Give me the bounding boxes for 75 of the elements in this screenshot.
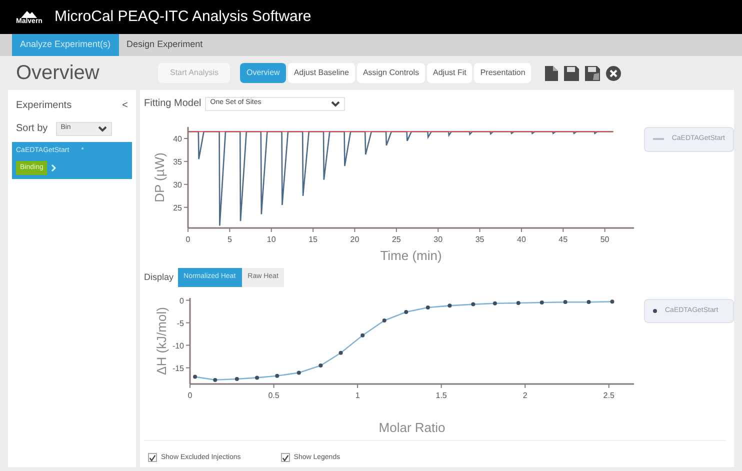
checkbox[interactable] [280, 453, 290, 462]
data-point [255, 375, 260, 380]
tick-label: -10 [172, 340, 184, 350]
tick-label: 30 [434, 235, 443, 244]
data-point [540, 300, 544, 304]
data-point [516, 300, 520, 304]
data-point [193, 374, 198, 378]
tick-label: 25 [173, 203, 182, 212]
axis-title: ΔH (kJ/mol) [154, 306, 169, 374]
mountain-icon [21, 10, 38, 18]
data-point [234, 376, 239, 381]
tick-label: 35 [475, 235, 484, 244]
tick-label: 10 [266, 235, 276, 244]
tick-label: 50 [600, 235, 610, 244]
data-point [471, 302, 476, 306]
tick-label: 15 [308, 235, 318, 244]
data-point [360, 332, 365, 337]
data-point [338, 350, 343, 354]
chevron-down-icon [98, 126, 107, 132]
chevron-down-icon [331, 100, 340, 106]
data-point [275, 373, 280, 378]
close-icon[interactable] [606, 66, 622, 80]
tick-label: 5 [227, 235, 232, 244]
tick-label: 1 [355, 390, 360, 400]
workflow-tab[interactable]: Assign Controls [356, 63, 425, 83]
axis-title: Molar Ratio [378, 420, 446, 434]
data-point [610, 299, 614, 304]
workflow-tab[interactable]: Presentation [474, 63, 532, 83]
data-point [448, 303, 452, 308]
workflow-tab[interactable]: Adjust Baseline [288, 63, 355, 83]
data-point [563, 300, 568, 304]
tick-label: 35 [173, 157, 182, 166]
tick-label: 0 [188, 390, 192, 400]
data-point [382, 318, 386, 322]
axis-title: Time (min) [380, 248, 442, 263]
sort-label: Sort by [16, 122, 48, 136]
save-icon[interactable] [564, 66, 580, 80]
page-title: Overview [15, 61, 100, 86]
tick-label: 0.5 [268, 390, 280, 400]
tick-label: 45 [558, 235, 568, 244]
data-point [404, 309, 408, 314]
data-point [492, 300, 497, 305]
data-point [318, 363, 323, 368]
tick-label: 2 [522, 390, 528, 400]
app-title: MicroCal PEAQ-ITC Analysis Software [54, 6, 312, 27]
tick-label: 0 [180, 296, 184, 305]
data-point [296, 370, 301, 374]
display-label: Display [144, 270, 174, 284]
tick-label: 20 [350, 235, 360, 244]
tick-label: 30 [173, 180, 182, 190]
tick-label: -15 [172, 363, 184, 372]
tick-label: 40 [173, 134, 182, 144]
legend-line-icon [653, 138, 664, 140]
collapse-button[interactable]: < [122, 98, 128, 113]
save-as-icon[interactable] [585, 66, 600, 80]
checkbox[interactable] [148, 453, 157, 462]
legend-dot-icon [653, 308, 657, 313]
tick-label: -5 [176, 318, 184, 328]
fitting-model-label: Fitting Model [144, 97, 202, 111]
data-point [426, 304, 430, 309]
data-point [213, 377, 218, 382]
chevron-right-icon [51, 164, 56, 172]
workflow-tab[interactable]: Adjust Fit [427, 63, 472, 83]
tick-label: 25 [392, 235, 401, 244]
check-icon [282, 454, 289, 462]
tick-label: 2.5 [603, 390, 614, 400]
axis-title: DP (µW) [152, 152, 167, 202]
data-point [586, 300, 591, 304]
nav-tab[interactable]: Design Experiment [118, 34, 211, 56]
tick-label: 1.5 [436, 390, 447, 400]
check-icon [149, 454, 156, 462]
sidebar-title: Experiments [16, 99, 72, 113]
tick-label: 0 [186, 235, 190, 244]
tick-label: 40 [517, 235, 526, 244]
file-icon[interactable] [545, 66, 558, 80]
